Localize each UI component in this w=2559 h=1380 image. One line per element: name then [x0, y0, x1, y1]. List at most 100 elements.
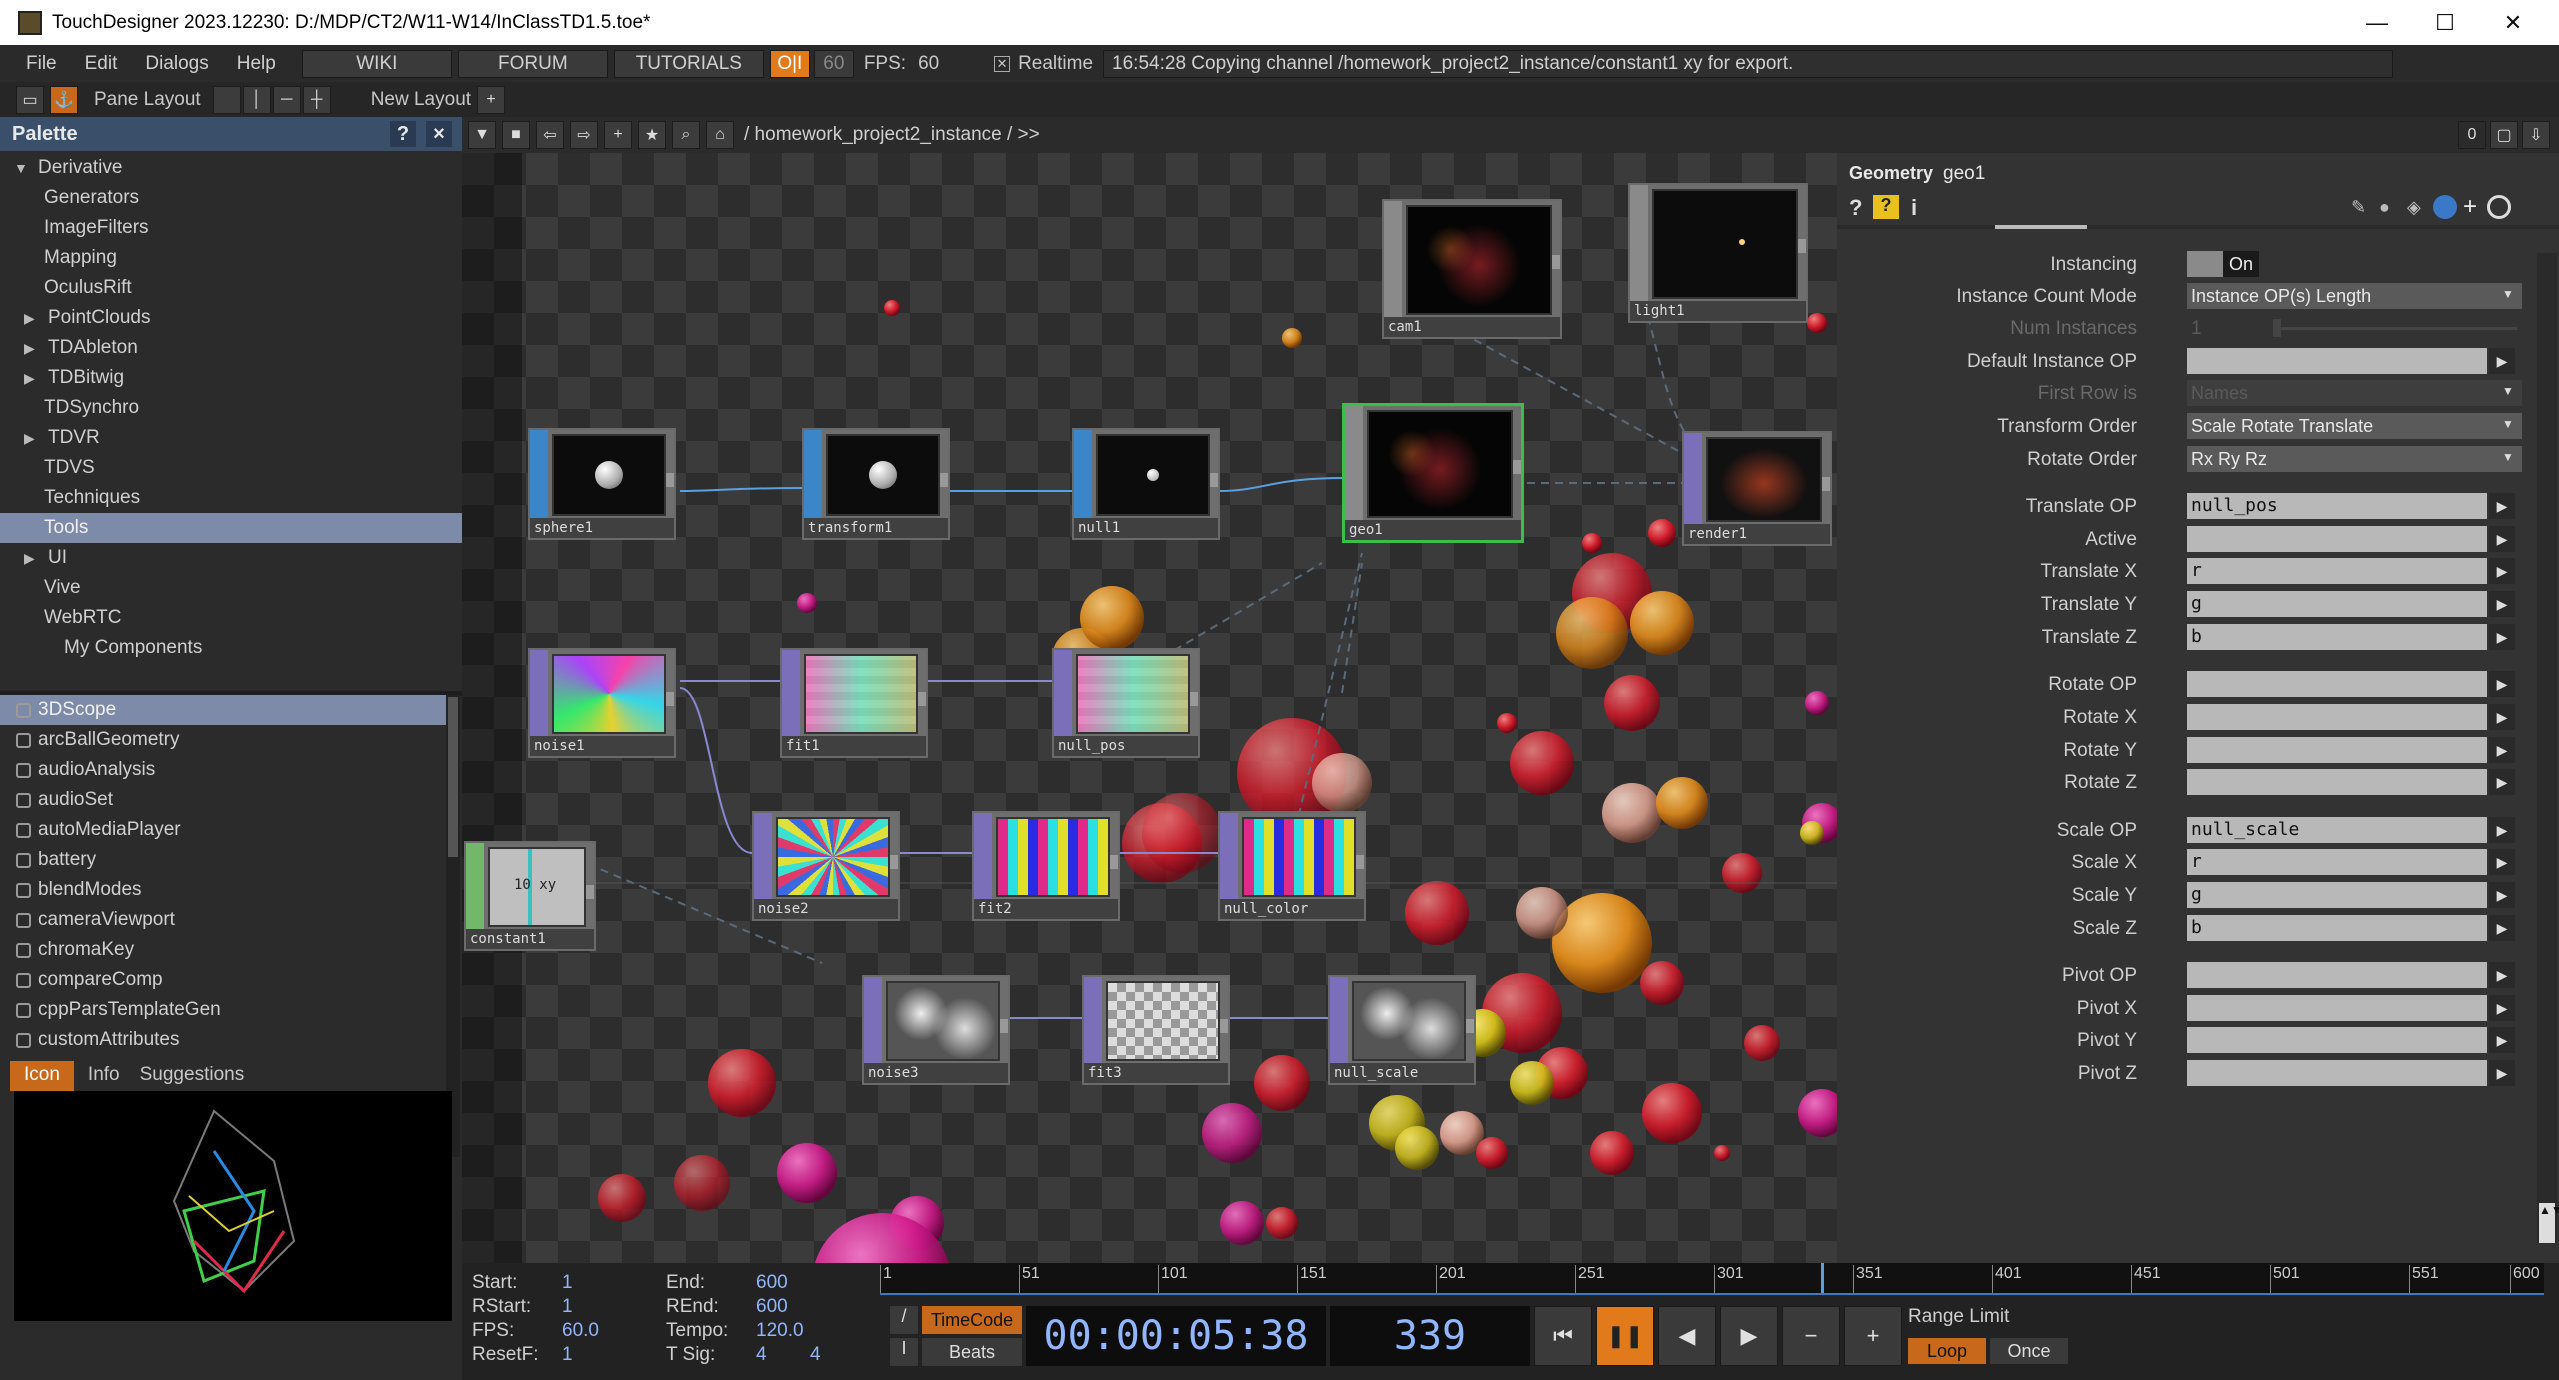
node-viewer[interactable]	[886, 981, 1000, 1061]
component-item[interactable]: audioAnalysis	[0, 755, 446, 785]
expand-arrow-icon[interactable]: ▶	[2489, 817, 2515, 843]
tsig-numerator[interactable]: 4	[756, 1344, 767, 1366]
palette-tree-item[interactable]: Generators	[0, 183, 462, 213]
node-output-connector[interactable]	[1466, 1019, 1474, 1034]
param-slider-value[interactable]: 1	[2191, 318, 2202, 340]
param-field[interactable]: r	[2187, 558, 2487, 584]
param-menu[interactable]: Rx Ry Rz	[2187, 446, 2522, 472]
component-item[interactable]: blendModes	[0, 875, 446, 905]
tsig-denominator[interactable]: 4	[810, 1344, 821, 1366]
node-name[interactable]: null_pos	[1054, 736, 1198, 756]
node-output-connector[interactable]	[1822, 477, 1830, 492]
component-item[interactable]: customAttributes	[0, 1025, 446, 1055]
node-name[interactable]: fit1	[782, 736, 926, 756]
loop-button[interactable]: Loop	[1908, 1338, 1986, 1364]
fps-value-timeline[interactable]: 60.0	[562, 1320, 599, 1342]
node-null-color[interactable]: null_color	[1218, 811, 1366, 921]
node-output-connector[interactable]	[1000, 1019, 1008, 1034]
expand-arrow-icon[interactable]: ▶	[2489, 737, 2515, 763]
node-name[interactable]: sphere1	[530, 518, 674, 538]
oi-toggle[interactable]: O|I	[769, 49, 810, 78]
dropdown-arrow-icon[interactable]: ▼	[2502, 450, 2514, 464]
node-constant1[interactable]: constant1 10 xy	[464, 841, 596, 951]
node-name[interactable]: fit2	[974, 899, 1118, 919]
param-menu[interactable]: Scale Rotate Translate	[2187, 413, 2522, 439]
expand-arrow-icon[interactable]: ▶	[2489, 704, 2515, 730]
node-geo1[interactable]: geo1	[1342, 403, 1524, 543]
dropdown-arrow-icon[interactable]: ▼	[2502, 384, 2514, 398]
search-icon[interactable]: ⌕	[672, 121, 700, 149]
param-field[interactable]	[2187, 526, 2487, 552]
anchor-icon[interactable]: ⚓	[50, 85, 78, 114]
node-name[interactable]: cam1	[1384, 317, 1560, 337]
expand-arrow-icon[interactable]: ▶	[2489, 348, 2515, 374]
expand-arrow-icon[interactable]: ▶	[2489, 995, 2515, 1021]
op-name[interactable]: geo1	[1943, 163, 1985, 185]
palette-tree-item[interactable]: Tools	[0, 513, 462, 543]
palette-tree-item[interactable]: TDVS	[0, 453, 462, 483]
beats-mode-button[interactable]: Beats	[922, 1338, 1022, 1366]
palette-tree-item[interactable]: Mapping	[0, 243, 462, 273]
node-output-connector[interactable]	[1356, 855, 1364, 870]
expanded-arrow-icon[interactable]: ▼	[14, 160, 38, 176]
rewind-start-button[interactable]: ⏮	[1534, 1306, 1592, 1366]
node-viewer[interactable]	[776, 817, 890, 897]
realtime-checkbox[interactable]: ✕	[994, 55, 1011, 72]
node-viewer[interactable]	[1242, 817, 1356, 897]
node-output-connector[interactable]	[918, 692, 926, 707]
node-fit1[interactable]: fit1	[780, 648, 928, 758]
node-noise1[interactable]: noise1	[528, 648, 676, 758]
python-help-icon[interactable]: ?	[1873, 195, 1899, 219]
node-sphere1[interactable]: sphere1	[528, 428, 676, 540]
palette-tree-item[interactable]: ▶ TDBitwig	[0, 363, 462, 393]
instancing-toggle-knob[interactable]	[2187, 251, 2223, 277]
back-arrow-icon[interactable]: ⇦	[536, 121, 564, 149]
node-name[interactable]: constant1	[466, 929, 594, 949]
bar-icon[interactable]: I	[890, 1338, 918, 1366]
node-fit3[interactable]: fit3	[1082, 975, 1230, 1085]
node-viewer[interactable]	[1706, 437, 1822, 522]
param-slider-handle[interactable]	[2273, 319, 2281, 337]
palette-tree-item[interactable]: WebRTC	[0, 603, 462, 633]
node-fit2[interactable]: fit2	[972, 811, 1120, 921]
node-viewer[interactable]	[1076, 654, 1190, 734]
node-name[interactable]: noise3	[864, 1063, 1008, 1083]
expand-arrow-icon[interactable]: ▶	[2489, 915, 2515, 941]
wiki-button[interactable]: WIKI	[301, 49, 452, 78]
dropdown-arrow-icon[interactable]: ▼	[2502, 287, 2514, 301]
component-item[interactable]: cameraViewport	[0, 905, 446, 935]
node-cam1[interactable]: cam1	[1382, 199, 1562, 339]
node-noise3[interactable]: noise3	[862, 975, 1010, 1085]
palette-tree-item[interactable]: ImageFilters	[0, 213, 462, 243]
node-viewer[interactable]	[1406, 205, 1552, 315]
param-field[interactable]: b	[2187, 624, 2487, 650]
network-editor[interactable]: sphere1 transform1 null1 geo1 cam1 light1 rend…	[462, 153, 1837, 1263]
collapsed-arrow-icon[interactable]: ▶	[24, 310, 48, 327]
node-output-connector[interactable]	[1552, 255, 1560, 270]
python-icon[interactable]	[2433, 195, 2457, 219]
pause-button[interactable]: ❚❚	[1596, 1306, 1654, 1366]
expand-arrow-icon[interactable]: ▶	[2489, 493, 2515, 519]
play-forward-button[interactable]: ▶	[1720, 1306, 1778, 1366]
expand-arrow-icon[interactable]: ▶	[2489, 1060, 2515, 1086]
palette-tree-item[interactable]: OculusRift	[0, 273, 462, 303]
node-output-connector[interactable]	[1513, 459, 1521, 474]
node-output-connector[interactable]	[666, 692, 674, 707]
collapsed-arrow-icon[interactable]: ▶	[24, 370, 48, 387]
new-layout-label[interactable]: New Layout	[371, 89, 471, 111]
palette-tree-item[interactable]: My Components	[0, 633, 462, 663]
component-item[interactable]: compareComp	[0, 965, 446, 995]
param-field[interactable]	[2187, 995, 2487, 1021]
component-item[interactable]: battery	[0, 845, 446, 875]
forward-arrow-icon[interactable]: ⇨	[570, 121, 598, 149]
param-field[interactable]: r	[2187, 849, 2487, 875]
component-item[interactable]: autoMediaPlayer	[0, 815, 446, 845]
component-item[interactable]: cppParsTemplateGen	[0, 995, 446, 1025]
rstart-value[interactable]: 1	[562, 1296, 573, 1318]
node-viewer[interactable]	[1106, 981, 1220, 1061]
expand-arrow-icon[interactable]: ▶	[2489, 1027, 2515, 1053]
once-button[interactable]: Once	[1990, 1338, 2068, 1364]
node-viewer[interactable]	[552, 434, 666, 516]
param-field[interactable]	[2187, 737, 2487, 763]
expand-arrow-icon[interactable]: ▶	[2489, 962, 2515, 988]
